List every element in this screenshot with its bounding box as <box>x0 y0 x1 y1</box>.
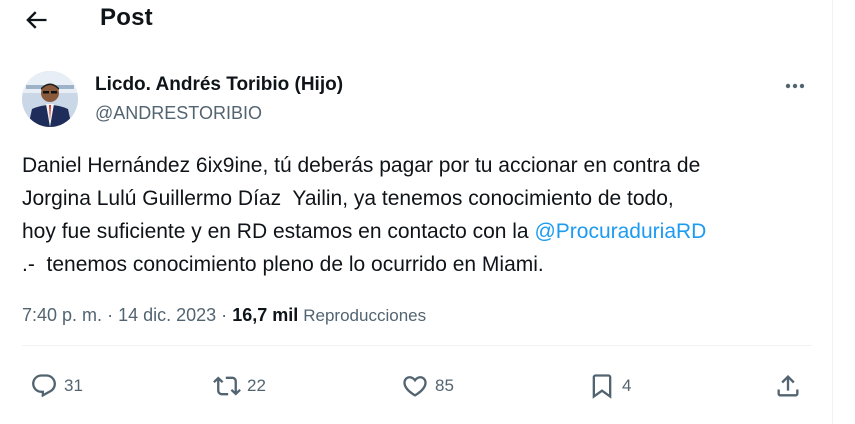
bookmark-icon <box>588 372 616 400</box>
share-button[interactable] <box>774 370 802 402</box>
page-title: Post <box>100 4 153 31</box>
reply-button[interactable]: 31 <box>30 370 83 402</box>
reply-count: 31 <box>64 376 83 395</box>
share-icon <box>774 372 802 400</box>
meta-separator: · <box>221 305 228 325</box>
post-time[interactable]: 7:40 p. m. <box>22 305 102 325</box>
column-border <box>832 0 833 424</box>
top-bar: Post <box>0 0 832 40</box>
views-label: Reproducciones <box>303 306 427 325</box>
post-text-segment: hoy fue suficiente y en RD estamos en co… <box>22 220 535 243</box>
avatar[interactable] <box>22 71 78 127</box>
like-count: 85 <box>435 376 454 395</box>
like-button[interactable]: 85 <box>401 370 454 402</box>
more-horizontal-icon[interactable] <box>780 74 810 98</box>
bookmark-button[interactable]: 4 <box>588 370 631 402</box>
divider <box>22 345 812 346</box>
author-handle[interactable]: @ANDRESTORIBIO <box>95 103 262 124</box>
heart-icon <box>401 372 429 400</box>
post-text-line: hoy fue suficiente y en RD estamos en co… <box>22 215 822 248</box>
repost-icon <box>213 372 241 400</box>
post-text-line: Jorgina Lulú Guillermo Díaz Yailin, ya t… <box>22 187 674 210</box>
meta-separator: · <box>107 305 114 325</box>
repost-count: 22 <box>247 376 266 395</box>
post-text-line: Daniel Hernández 6ix9ine, tú deberás pag… <box>22 154 701 177</box>
repost-button[interactable]: 22 <box>213 370 266 402</box>
post-date[interactable]: 14 dic. 2023 <box>118 305 216 325</box>
post-text-line: .- tenemos conocimiento pleno de lo ocur… <box>22 253 544 276</box>
bookmark-count: 4 <box>622 376 632 395</box>
author-name[interactable]: Licdo. Andrés Toribio (Hijo) <box>95 74 343 96</box>
mention-link[interactable]: @ProcuraduriaRD <box>534 220 706 243</box>
post-meta: 7:40 p. m. · 14 dic. 2023 · 16,7 mil Rep… <box>22 305 426 326</box>
reply-icon <box>30 372 58 400</box>
arrow-left-icon[interactable] <box>22 6 50 34</box>
post-text: Daniel Hernández 6ix9ine, tú deberás pag… <box>22 149 822 281</box>
views-count: 16,7 mil <box>232 305 299 325</box>
